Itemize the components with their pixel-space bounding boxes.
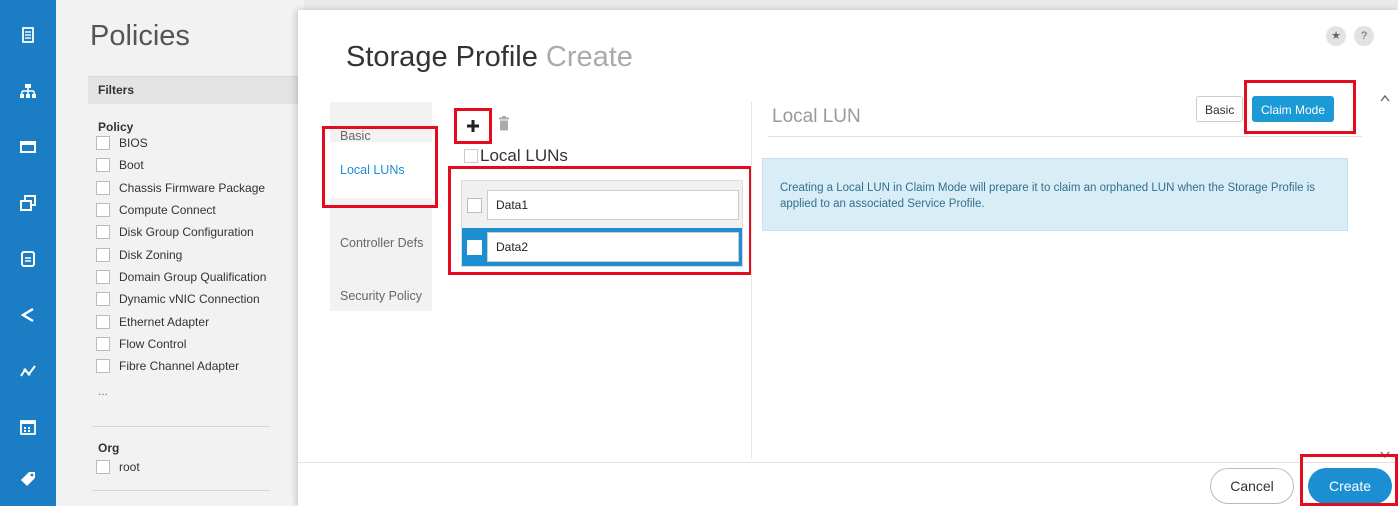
policy-filter-item[interactable]: BIOS (96, 132, 266, 154)
policy-filter-item[interactable]: Domain Group Qualification (96, 266, 266, 288)
server-icon[interactable] (16, 26, 40, 50)
section-title: Local LUN (772, 106, 861, 127)
local-luns-heading: Local LUNs (480, 146, 568, 165)
scrollbar[interactable] (1380, 92, 1390, 462)
plus-icon (467, 120, 479, 132)
add-lun-button[interactable] (460, 113, 486, 139)
checkbox[interactable] (96, 203, 110, 218)
dialog-tabs: Basic Local LUNs Controller Defs Securit… (330, 102, 432, 311)
checkbox[interactable] (96, 269, 110, 284)
dialog-title-action: Create (545, 41, 633, 73)
lun-list: Data1 Data2 (461, 180, 743, 267)
screen-icon[interactable] (16, 138, 40, 162)
storage-profile-dialog: Storage Profile Create ★ ? Basic Local L… (298, 10, 1398, 506)
checkbox[interactable] (96, 225, 110, 240)
tab-security-policy[interactable]: Security Policy (340, 289, 422, 303)
filters-header: Filters (88, 76, 304, 104)
policy-filter-item[interactable]: Disk Zoning (96, 243, 266, 265)
policy-filter-item[interactable]: Boot (96, 154, 266, 176)
row-checkbox[interactable] (467, 239, 482, 255)
local-luns-header: Local LUNs (464, 146, 568, 166)
dialog-title: Storage Profile Create (346, 41, 633, 74)
checkbox[interactable] (96, 180, 110, 195)
tab-local-luns[interactable]: Local LUNs (330, 142, 432, 198)
create-button[interactable]: Create (1308, 468, 1392, 504)
org-section-label: Org (98, 441, 120, 455)
checkbox[interactable] (96, 136, 110, 151)
copy-icon[interactable] (16, 194, 40, 218)
policy-filter-item[interactable]: Disk Group Configuration (96, 221, 266, 243)
org-filter-item[interactable]: root (96, 460, 140, 474)
help-icon[interactable]: ? (1354, 26, 1374, 46)
checkbox[interactable] (96, 292, 110, 307)
tab-controller-defs[interactable]: Controller Defs (340, 236, 423, 250)
cancel-button[interactable]: Cancel (1210, 468, 1294, 504)
delete-lun-button[interactable] (498, 116, 512, 134)
select-all-checkbox[interactable] (464, 149, 478, 163)
tab-basic[interactable]: Basic (340, 129, 371, 143)
policy-filter-item[interactable]: Ethernet Adapter (96, 310, 266, 332)
trash-icon (499, 116, 509, 131)
share-icon[interactable] (16, 306, 40, 330)
checkbox[interactable] (96, 336, 110, 351)
tag-icon[interactable] (16, 470, 40, 494)
checkbox[interactable] (96, 158, 110, 173)
filters-label: Filters (98, 83, 135, 97)
network-icon[interactable] (16, 82, 40, 106)
policy-filter-item[interactable]: Compute Connect (96, 199, 266, 221)
lun-row[interactable]: Data1 (462, 186, 742, 224)
dialog-title-main: Storage Profile (346, 41, 538, 73)
policy-filter-item[interactable]: Fibre Channel Adapter (96, 355, 266, 377)
checkbox[interactable] (96, 314, 110, 329)
checkbox[interactable] (96, 460, 110, 474)
divider (92, 490, 270, 491)
nav-rail (0, 0, 56, 506)
scroll-arrows-icon (1380, 94, 1390, 459)
basic-mode-button[interactable]: Basic (1196, 96, 1244, 122)
lun-name-field[interactable]: Data1 (487, 190, 739, 220)
divider (92, 426, 270, 427)
footer-divider (298, 462, 1398, 463)
divider (751, 102, 752, 459)
document-icon[interactable] (16, 250, 40, 274)
star-icon[interactable]: ★ (1326, 26, 1346, 46)
analytics-icon[interactable] (16, 362, 40, 386)
info-message: Creating a Local LUN in Claim Mode will … (762, 158, 1348, 231)
lun-name-field[interactable]: Data2 (487, 232, 739, 262)
divider (768, 136, 1362, 137)
policy-filter-item[interactable]: Dynamic vNIC Connection (96, 288, 266, 310)
policy-filter-item[interactable]: Flow Control (96, 333, 266, 355)
lun-row-selected[interactable]: Data2 (462, 228, 742, 266)
checkbox[interactable] (96, 359, 110, 374)
policy-filter-item[interactable]: Chassis Firmware Package (96, 177, 266, 199)
checkbox[interactable] (96, 247, 110, 262)
page-title: Policies (90, 20, 190, 52)
calendar-icon[interactable] (16, 418, 40, 442)
row-checkbox[interactable] (467, 197, 482, 213)
policy-filter-list: BIOS Boot Chassis Firmware Package Compu… (96, 132, 266, 377)
policies-panel: Policies Filters Policy BIOS Boot Chassi… (56, 0, 304, 506)
claim-mode-button[interactable]: Claim Mode (1252, 96, 1335, 122)
more-filters[interactable]: ... (98, 384, 108, 398)
